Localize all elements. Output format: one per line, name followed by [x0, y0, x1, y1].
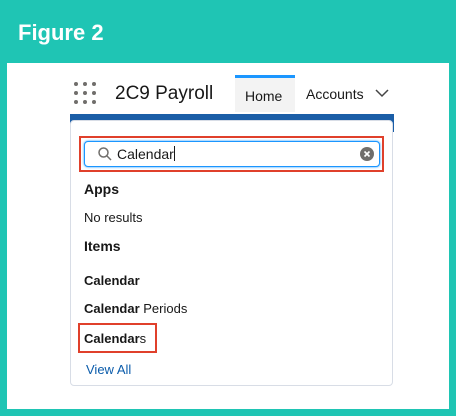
result-item-rest: s — [139, 331, 147, 346]
search-icon — [98, 147, 112, 161]
result-item[interactable]: Calendar Periods — [84, 301, 187, 316]
result-item-match: Calendar — [84, 301, 140, 316]
app-bar: 2C9 Payroll Home Accounts — [60, 72, 398, 114]
apps-no-results: No results — [84, 210, 143, 225]
items-heading: Items — [84, 238, 121, 254]
result-item[interactable]: Calendars — [84, 331, 146, 346]
chevron-down-icon[interactable] — [374, 85, 390, 101]
figure-title: Figure 2 — [18, 20, 104, 45]
view-all-link[interactable]: View All — [86, 362, 131, 377]
app-name: 2C9 Payroll — [115, 83, 214, 104]
result-item-match: Calendar — [84, 331, 140, 346]
result-item[interactable]: Calendar — [84, 273, 140, 288]
clear-icon[interactable] — [360, 147, 374, 161]
tab-home-label: Home — [245, 88, 283, 104]
search-value[interactable]: Calendar — [117, 146, 175, 162]
tab-home[interactable]: Home — [235, 75, 295, 112]
figure-header: Figure 2 — [7, 7, 449, 63]
tab-accounts[interactable]: Accounts — [306, 86, 364, 102]
result-item-rest: Periods — [139, 301, 188, 316]
app-launcher-icon[interactable] — [74, 82, 96, 104]
result-item-match: Calendar — [84, 273, 140, 288]
apps-heading: Apps — [84, 181, 119, 197]
